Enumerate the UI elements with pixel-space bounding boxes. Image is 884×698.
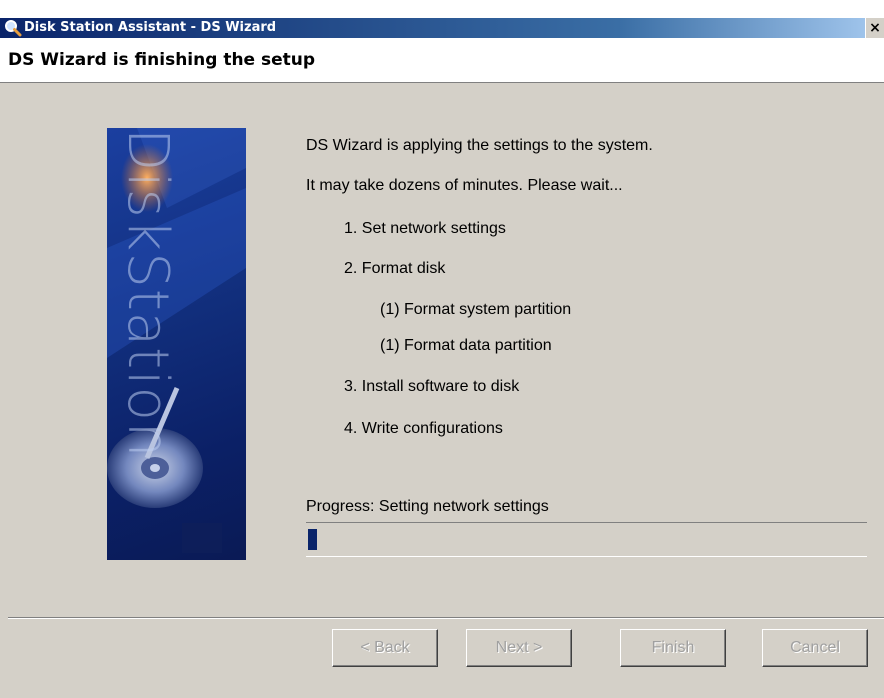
status-line-2: It may take dozens of minutes. Please wa… xyxy=(306,177,623,194)
step-item: 4. Write configurations xyxy=(344,420,503,437)
step-item: 1. Set network settings xyxy=(344,220,506,237)
progress-block xyxy=(308,529,317,550)
status-line-1: DS Wizard is applying the settings to th… xyxy=(306,137,653,154)
progress-label: Progress: Setting network settings xyxy=(306,498,549,515)
magnifier-icon xyxy=(5,20,22,37)
diskstation-banner-image: DiskStation xyxy=(107,128,246,560)
cancel-button[interactable]: Cancel xyxy=(762,629,868,667)
close-icon: × xyxy=(869,20,881,36)
finish-button[interactable]: Finish xyxy=(620,629,726,667)
substep-item: (1) Format system partition xyxy=(380,301,572,318)
title-bar[interactable]: Disk Station Assistant - DS Wizard × xyxy=(0,18,884,38)
step-item: 2. Format disk xyxy=(344,260,446,277)
close-button[interactable]: × xyxy=(865,18,884,38)
next-button[interactable]: Next > xyxy=(466,629,572,667)
banner-brand-text: DiskStation xyxy=(115,128,180,459)
button-separator xyxy=(8,617,884,619)
wizard-header: DS Wizard is finishing the setup xyxy=(0,38,884,83)
back-button[interactable]: < Back xyxy=(332,629,438,667)
window-title: Disk Station Assistant - DS Wizard xyxy=(24,20,277,35)
progress-bar xyxy=(306,522,867,557)
step-item: 3. Install software to disk xyxy=(344,378,520,395)
substep-item: (1) Format data partition xyxy=(380,337,552,354)
page-title: DS Wizard is finishing the setup xyxy=(8,50,316,70)
